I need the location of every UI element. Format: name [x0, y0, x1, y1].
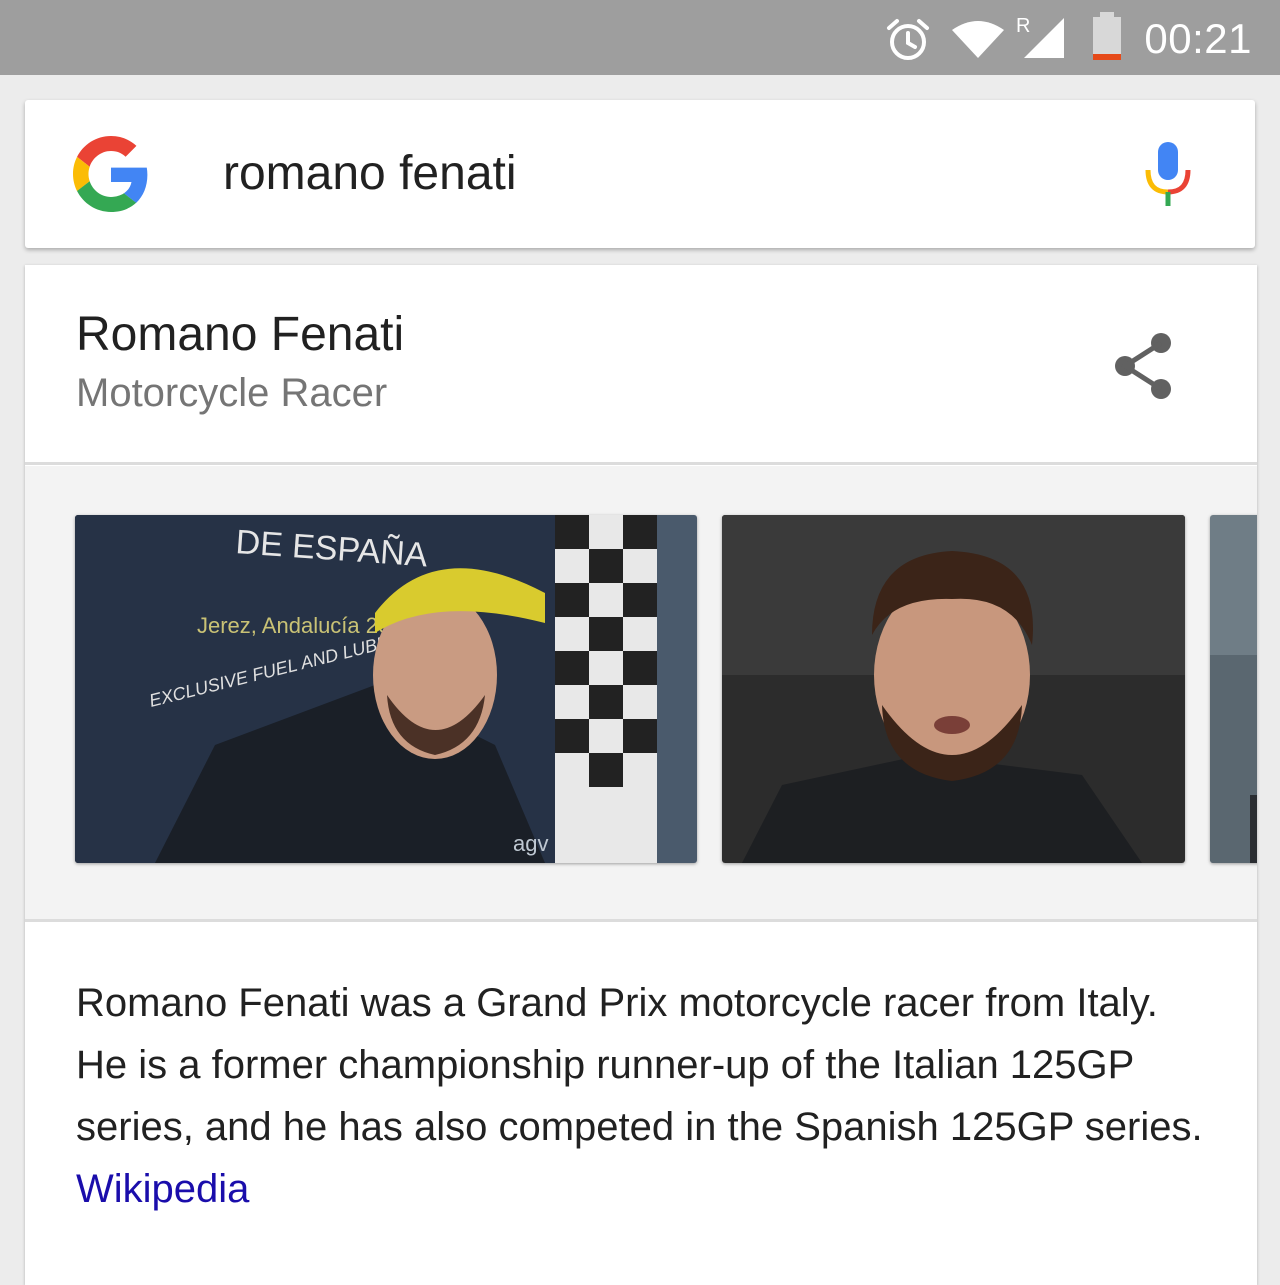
- alarm-icon: [887, 19, 929, 60]
- entity-description: Romano Fenati was a Grand Prix motorcycl…: [76, 972, 1216, 1220]
- divider: [25, 919, 1257, 922]
- knowledge-panel-header: Romano Fenati Motorcycle Racer: [25, 265, 1257, 463]
- battery-low-icon: [1093, 12, 1121, 60]
- search-bar[interactable]: romano fenati: [25, 100, 1255, 248]
- divider: [25, 462, 1257, 465]
- search-input[interactable]: romano fenati: [223, 144, 517, 204]
- cell-signal-roaming-icon: R: [1016, 15, 1064, 58]
- entity-title[interactable]: Romano Fenati: [76, 305, 404, 365]
- mic-icon[interactable]: [1141, 140, 1195, 210]
- image-carousel[interactable]: DE ESPAÑA Jerez, Andalucía 2014 EXCLUSIV…: [25, 466, 1257, 919]
- share-icon[interactable]: [1111, 331, 1177, 401]
- wikipedia-link[interactable]: Wikipedia: [76, 1167, 249, 1211]
- entity-subtitle: Motorcycle Racer: [76, 371, 388, 415]
- status-time: 00:21: [1144, 15, 1252, 62]
- status-bar: R 00:21: [0, 0, 1280, 75]
- photo-3-partial[interactable]: [1210, 515, 1257, 863]
- roaming-indicator: R: [1016, 15, 1030, 37]
- photo-1[interactable]: DE ESPAÑA Jerez, Andalucía 2014 EXCLUSIV…: [75, 515, 697, 863]
- knowledge-panel: Romano Fenati Motorcycle Racer DE ESPAÑA…: [25, 265, 1257, 1285]
- wifi-icon: [952, 21, 1004, 58]
- photo-2[interactable]: [722, 515, 1185, 863]
- photo-signage-brand: agv: [513, 831, 548, 856]
- description-text: Romano Fenati was a Grand Prix motorcycl…: [76, 981, 1203, 1149]
- google-g-icon[interactable]: [73, 136, 149, 212]
